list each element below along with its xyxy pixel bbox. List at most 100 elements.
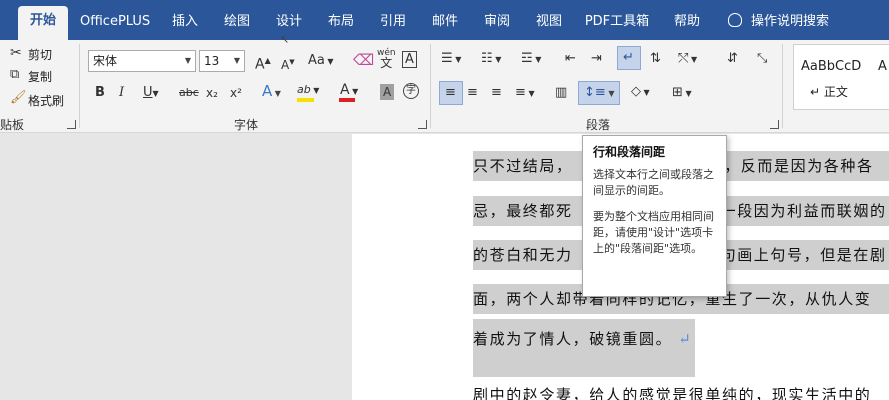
copy-button[interactable]: 复制: [28, 68, 52, 85]
character-border-button[interactable]: A: [402, 51, 417, 68]
tooltip-title: 行和段落间距: [593, 145, 666, 159]
align-left-button[interactable]: ≡: [439, 81, 463, 105]
change-case-button[interactable]: Aa ▼: [308, 53, 334, 70]
tab-mailings[interactable]: 邮件: [426, 11, 464, 33]
chevron-down-icon: ▼: [184, 56, 191, 65]
sort-button[interactable]: ⤲ ▼: [678, 51, 697, 68]
line-text: 满，反而是因为各种各: [707, 157, 874, 175]
tooltip-description: 选择文本行之间或段落之间显示的间距。: [593, 168, 714, 197]
paragraph-mark-icon: ↵: [623, 50, 634, 65]
change-case-icon: Aa: [308, 53, 325, 68]
line-text: 剧中的赵令妻，给人的感觉是很单纯的，现实生活中的: [473, 386, 872, 400]
shading-button[interactable]: ◇ ▼: [631, 84, 650, 101]
align-right-button[interactable]: ≡: [491, 85, 502, 101]
cut-button[interactable]: 剪切: [28, 46, 52, 63]
tab-pdf-toolbox[interactable]: PDF工具箱: [583, 11, 651, 33]
document-line[interactable]: 剧中的赵令妻，给人的感觉是很单纯的，现实生活中的: [473, 380, 889, 400]
underline-icon: U: [143, 85, 153, 100]
decrease-indent-button[interactable]: ⇤: [565, 51, 576, 67]
clear-formatting-icon[interactable]: ⌫: [353, 52, 374, 68]
clipboard-launcher-icon[interactable]: [67, 120, 76, 129]
font-name-value: 宋体: [93, 54, 118, 68]
lightbulb-icon: [728, 13, 742, 27]
phonetic-guide-bottom: 文: [380, 56, 393, 70]
line-text: 忌，最终都死: [473, 202, 573, 220]
paragraph-group-label: 段落: [586, 118, 611, 132]
text-direction-button[interactable]: ⇅: [650, 51, 661, 67]
character-shading-button[interactable]: A: [380, 84, 395, 100]
paragraph-mark-icon: ↵: [678, 330, 693, 348]
copy-icon: ⧉: [10, 67, 20, 82]
sort-az-button[interactable]: ⇵: [727, 51, 738, 67]
line-text: 着成为了情人，破镜重圆。: [473, 330, 673, 348]
superscript-button[interactable]: x²: [230, 85, 242, 101]
style-next-sample: A: [878, 59, 887, 74]
tell-me-label: 操作说明搜索: [751, 14, 830, 29]
bold-button[interactable]: B: [95, 85, 105, 101]
scissors-icon: ✂: [10, 45, 22, 61]
phonetic-guide-button[interactable]: wén 文: [377, 48, 396, 70]
enclose-characters-button[interactable]: 字: [403, 83, 419, 99]
format-painter-icon: 🖌: [10, 90, 27, 105]
italic-button[interactable]: I: [119, 85, 124, 101]
font-name-combo[interactable]: 宋体 ▼: [88, 50, 196, 72]
distributed-button[interactable]: ▥: [555, 85, 567, 101]
styles-gallery[interactable]: AaBbCcD ↵ 正文 A: [793, 44, 889, 110]
style-normal-label: ↵ 正文: [810, 85, 848, 99]
bullets-button[interactable]: ☰ ▼: [441, 51, 461, 68]
tab-home[interactable]: 开始: [18, 6, 68, 40]
line-spacing-icon: ↕≡ ▼: [584, 85, 615, 100]
line-spacing-tooltip: 行和段落间距 选择文本行之间或段落之间显示的间距。 要为整个文档应用相同间距，请…: [582, 135, 727, 297]
strikethrough-button[interactable]: abc: [179, 85, 199, 101]
text-effects-button[interactable]: A ▼: [262, 83, 281, 102]
mouse-cursor-icon: ↖: [280, 33, 290, 46]
document-line[interactable]: 着成为了情人，破镜重圆。 ↵: [473, 319, 695, 377]
tab-review[interactable]: 审阅: [478, 11, 516, 33]
tab-view[interactable]: 视图: [530, 11, 568, 33]
numbering-button[interactable]: ☷ ▼: [481, 51, 501, 68]
group-separator: [430, 44, 431, 128]
tooltip-hint: 要为整个文档应用相同间距，请使用"设计"选项卡上的"段落间距"选项。: [593, 210, 714, 255]
tell-me-search[interactable]: 操作说明搜索: [728, 11, 829, 33]
grow-font-button[interactable]: A▲: [255, 53, 271, 73]
group-separator: [782, 44, 783, 128]
subscript-button[interactable]: x₂: [206, 85, 218, 101]
text-effects-icon: A: [262, 82, 273, 100]
tab-design[interactable]: 设计: [270, 11, 308, 33]
asian-layout-button[interactable]: ⤡: [757, 51, 767, 67]
tab-officeplus[interactable]: OfficePLUS: [80, 11, 150, 33]
tab-insert[interactable]: 插入: [166, 11, 204, 33]
justify-button[interactable]: ≡ ▼: [515, 85, 535, 102]
paragraph-launcher-icon[interactable]: [770, 120, 779, 129]
clipboard-group-label: 贴板: [0, 118, 25, 132]
font-launcher-icon[interactable]: [418, 120, 427, 129]
line-text: 句画上句号，但是在剧: [720, 246, 887, 264]
show-hide-marks-button[interactable]: ↵: [617, 46, 641, 70]
group-separator: [79, 44, 80, 128]
tab-help[interactable]: 帮助: [668, 11, 706, 33]
highlight-button[interactable]: ab ▼: [297, 82, 319, 99]
character-border-icon: A: [405, 52, 414, 67]
font-size-value: 13: [204, 54, 220, 68]
highlight-icon: ab: [297, 83, 311, 96]
increase-indent-button[interactable]: ⇥: [591, 51, 602, 67]
multilevel-list-button[interactable]: ☲ ▼: [521, 51, 541, 68]
line-text: 的苍白和无力: [473, 246, 573, 264]
font-group-label: 字体: [234, 118, 259, 132]
tab-layout[interactable]: 布局: [322, 11, 360, 33]
ribbon: ✂ 剪切 ⧉ 复制 🖌 格式刷 贴板 宋体 ▼ 13 ▼ A▲ A▼ Aa ▼ ⌫ …: [0, 40, 889, 133]
line-spacing-button[interactable]: ↕≡ ▼: [578, 81, 620, 105]
format-painter-button[interactable]: 格式刷: [28, 92, 64, 109]
style-normal-sample: AaBbCcD: [801, 59, 862, 74]
shrink-font-button[interactable]: A▼: [281, 54, 295, 73]
borders-button[interactable]: ⊞ ▼: [672, 85, 692, 102]
font-color-bar: [339, 98, 355, 102]
underline-button[interactable]: U ▼: [143, 85, 159, 102]
tab-draw[interactable]: 绘图: [218, 11, 256, 33]
tab-references[interactable]: 引用: [374, 11, 412, 33]
font-color-icon: A: [340, 82, 350, 98]
line-text: 只不过结局，: [473, 157, 573, 175]
align-center-button[interactable]: ≡: [467, 85, 478, 101]
font-size-combo[interactable]: 13 ▼: [199, 50, 245, 72]
highlight-color-bar: [297, 98, 314, 102]
